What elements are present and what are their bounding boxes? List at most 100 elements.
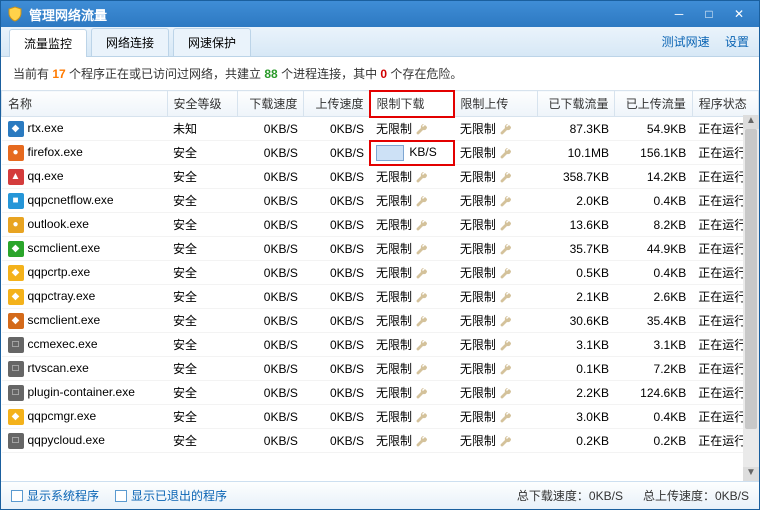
settings-link[interactable]: 设置	[725, 35, 749, 49]
table-row[interactable]: ◆rtx.exe未知0KB/S0KB/S无限制无限制87.3KB54.9KB正在…	[2, 117, 759, 141]
safety-level: 安全	[167, 381, 238, 405]
col-name[interactable]: 名称	[2, 91, 168, 117]
limit-download-cell[interactable]: 无限制	[370, 333, 454, 357]
tab-traffic-monitor[interactable]: 流量监控	[9, 29, 87, 57]
vertical-scrollbar[interactable]: ▲ ▼	[743, 115, 759, 481]
limit-download-cell[interactable]: 无限制	[370, 117, 454, 141]
wrench-icon[interactable]	[416, 292, 428, 304]
wrench-icon[interactable]	[500, 388, 512, 400]
wrench-icon[interactable]	[500, 412, 512, 424]
limit-upload-cell[interactable]: 无限制	[454, 117, 538, 141]
wrench-icon[interactable]	[500, 316, 512, 328]
table-row[interactable]: ◆scmclient.exe安全0KB/S0KB/S无限制无限制30.6KB35…	[2, 309, 759, 333]
table-row[interactable]: □ccmexec.exe安全0KB/S0KB/S无限制无限制3.1KB3.1KB…	[2, 333, 759, 357]
tab-speed-protect[interactable]: 网速保护	[173, 28, 251, 56]
limit-download-cell[interactable]: 无限制	[370, 189, 454, 213]
minimize-button[interactable]: ─	[665, 5, 693, 23]
table-row[interactable]: ●outlook.exe安全0KB/S0KB/S无限制无限制13.6KB8.2K…	[2, 213, 759, 237]
limit-download-input[interactable]	[376, 145, 404, 161]
limit-upload-cell[interactable]: 无限制	[454, 429, 538, 453]
scroll-thumb[interactable]	[745, 129, 757, 429]
table-row[interactable]: ◆qqpcrtp.exe安全0KB/S0KB/S无限制无限制0.5KB0.4KB…	[2, 261, 759, 285]
col-safety[interactable]: 安全等级	[167, 91, 238, 117]
wrench-icon[interactable]	[500, 148, 512, 160]
limit-upload-cell[interactable]: 无限制	[454, 405, 538, 429]
col-uploaded[interactable]: 已上传流量	[615, 91, 692, 117]
limit-upload-cell[interactable]: 无限制	[454, 309, 538, 333]
show-system-checkbox[interactable]: 显示系统程序	[11, 487, 99, 504]
scroll-down-icon[interactable]: ▼	[743, 467, 759, 481]
table-row[interactable]: ◆qqpcmgr.exe安全0KB/S0KB/S无限制无限制3.0KB0.4KB…	[2, 405, 759, 429]
table-row[interactable]: ◆qqpctray.exe安全0KB/S0KB/S无限制无限制2.1KB2.6K…	[2, 285, 759, 309]
wrench-icon[interactable]	[416, 268, 428, 280]
limit-upload-cell[interactable]: 无限制	[454, 213, 538, 237]
limit-download-cell[interactable]: 无限制	[370, 309, 454, 333]
wrench-icon[interactable]	[416, 316, 428, 328]
table-row[interactable]: ■qqpcnetflow.exe安全0KB/S0KB/S无限制无限制2.0KB0…	[2, 189, 759, 213]
wrench-icon[interactable]	[416, 172, 428, 184]
limit-upload-cell[interactable]: 无限制	[454, 261, 538, 285]
table-row[interactable]: □qqpycloud.exe安全0KB/S0KB/S无限制无限制0.2KB0.2…	[2, 429, 759, 453]
limit-download-cell[interactable]: 无限制	[370, 285, 454, 309]
table-row[interactable]: □plugin-container.exe安全0KB/S0KB/S无限制无限制2…	[2, 381, 759, 405]
col-downloaded[interactable]: 已下载流量	[538, 91, 615, 117]
limit-upload-cell[interactable]: 无限制	[454, 189, 538, 213]
limit-download-cell[interactable]: KB/S	[370, 141, 454, 165]
limit-download-cell[interactable]: 无限制	[370, 405, 454, 429]
wrench-icon[interactable]	[500, 292, 512, 304]
table-row[interactable]: □rtvscan.exe安全0KB/S0KB/S无限制无限制0.1KB7.2KB…	[2, 357, 759, 381]
table-row[interactable]: ◆scmclient.exe安全0KB/S0KB/S无限制无限制35.7KB44…	[2, 237, 759, 261]
limit-download-cell[interactable]: 无限制	[370, 165, 454, 189]
col-limit-upload[interactable]: 限制上传	[454, 91, 538, 117]
wrench-icon[interactable]	[416, 340, 428, 352]
limit-upload-cell[interactable]: 无限制	[454, 381, 538, 405]
limit-upload-cell[interactable]: 无限制	[454, 357, 538, 381]
maximize-button[interactable]: □	[695, 5, 723, 23]
wrench-icon[interactable]	[416, 196, 428, 208]
table-row[interactable]: ●firefox.exe安全0KB/S0KB/S KB/S无限制10.1MB15…	[2, 141, 759, 165]
show-exited-checkbox[interactable]: 显示已退出的程序	[115, 487, 227, 504]
col-state[interactable]: 程序状态	[692, 91, 758, 117]
wrench-icon[interactable]	[416, 244, 428, 256]
limit-upload-cell[interactable]: 无限制	[454, 333, 538, 357]
limit-upload-cell[interactable]: 无限制	[454, 285, 538, 309]
scroll-up-icon[interactable]: ▲	[743, 115, 759, 129]
close-button[interactable]: ✕	[725, 5, 753, 23]
limit-download-cell[interactable]: 无限制	[370, 237, 454, 261]
limit-download-cell[interactable]: 无限制	[370, 357, 454, 381]
downloaded: 2.0KB	[538, 189, 615, 213]
limit-download-cell[interactable]: 无限制	[370, 429, 454, 453]
wrench-icon[interactable]	[500, 340, 512, 352]
wrench-icon[interactable]	[416, 388, 428, 400]
limit-download-cell[interactable]: 无限制	[370, 213, 454, 237]
wrench-icon[interactable]	[500, 196, 512, 208]
col-download[interactable]: 下载速度	[238, 91, 304, 117]
wrench-icon[interactable]	[500, 124, 512, 136]
wrench-icon[interactable]	[416, 364, 428, 376]
process-name: qqpycloud.exe	[28, 433, 105, 447]
wrench-icon[interactable]	[500, 172, 512, 184]
limit-upload-cell[interactable]: 无限制	[454, 141, 538, 165]
wrench-icon[interactable]	[416, 412, 428, 424]
wrench-icon[interactable]	[416, 436, 428, 448]
col-upload[interactable]: 上传速度	[304, 91, 370, 117]
wrench-icon[interactable]	[416, 220, 428, 232]
limit-upload-cell[interactable]: 无限制	[454, 237, 538, 261]
download-speed: 0KB/S	[238, 261, 304, 285]
wrench-icon[interactable]	[500, 436, 512, 448]
col-limit-download[interactable]: 限制下载	[370, 91, 454, 117]
upload-speed: 0KB/S	[304, 117, 370, 141]
tab-network-conn[interactable]: 网络连接	[91, 28, 169, 56]
limit-download-cell[interactable]: 无限制	[370, 261, 454, 285]
uploaded: 0.4KB	[615, 189, 692, 213]
limit-download-cell[interactable]: 无限制	[370, 381, 454, 405]
wrench-icon[interactable]	[500, 268, 512, 280]
table-row[interactable]: ▲qq.exe安全0KB/S0KB/S无限制无限制358.7KB14.2KB正在…	[2, 165, 759, 189]
speedtest-link[interactable]: 测试网速	[662, 35, 710, 49]
wrench-icon[interactable]	[500, 220, 512, 232]
wrench-icon[interactable]	[500, 244, 512, 256]
limit-download-value: 无限制	[376, 242, 412, 256]
limit-upload-cell[interactable]: 无限制	[454, 165, 538, 189]
wrench-icon[interactable]	[500, 364, 512, 376]
wrench-icon[interactable]	[416, 124, 428, 136]
